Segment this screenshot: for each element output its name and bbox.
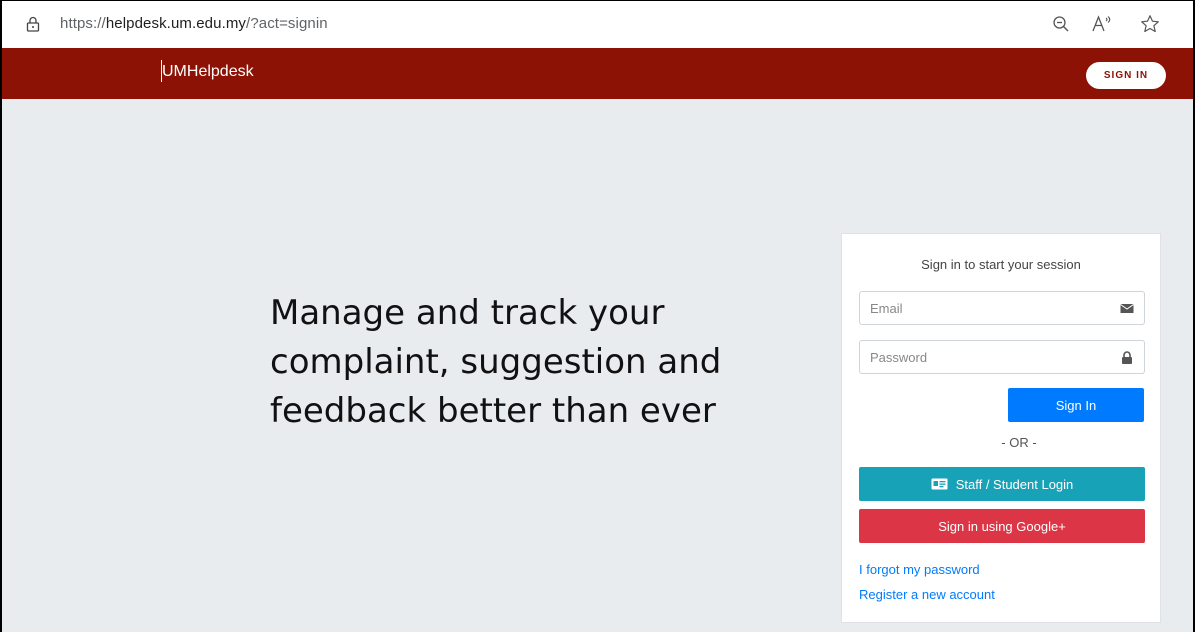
- read-aloud-icon[interactable]: [1091, 14, 1113, 34]
- brand-logo[interactable]: UMHelpdesk: [162, 63, 254, 81]
- id-card-icon: [931, 478, 948, 490]
- signin-button[interactable]: Sign In: [1008, 388, 1144, 422]
- url-path: /?act=signin: [246, 15, 328, 32]
- google-signin-button[interactable]: Sign in using Google+: [859, 509, 1145, 543]
- top-navbar: UMHelpdesk SIGN IN: [2, 48, 1193, 99]
- login-title: Sign in to start your session: [921, 257, 1081, 272]
- email-field[interactable]: [860, 292, 1110, 324]
- zoom-out-icon[interactable]: [1052, 15, 1070, 33]
- email-input-group: [859, 291, 1145, 325]
- url-prefix: https://: [60, 15, 106, 32]
- nav-signin-button[interactable]: SIGN IN: [1086, 62, 1166, 89]
- register-link[interactable]: Register a new account: [859, 587, 995, 602]
- or-divider: - OR -: [1001, 435, 1037, 450]
- forgot-password-link[interactable]: I forgot my password: [859, 562, 980, 577]
- staff-student-login-button[interactable]: Staff / Student Login: [859, 467, 1145, 501]
- login-card: Sign in to start your session Sign In - …: [841, 233, 1161, 623]
- password-field[interactable]: [860, 341, 1110, 373]
- star-icon[interactable]: [1140, 14, 1160, 34]
- hero-headline: Manage and track your complaint, suggest…: [270, 293, 722, 431]
- staff-login-label: Staff / Student Login: [955, 476, 1074, 492]
- password-input-group: [859, 340, 1145, 374]
- browser-window: https://helpdesk.um.edu.my/?act=signin U…: [0, 0, 1195, 632]
- url-host: helpdesk.um.edu.my: [105, 15, 247, 32]
- lock-icon[interactable]: [26, 16, 40, 32]
- address-bar: https://helpdesk.um.edu.my/?act=signin: [2, 1, 1193, 48]
- url-field[interactable]: https://helpdesk.um.edu.my/?act=signin: [60, 15, 328, 32]
- envelope-icon: [1120, 304, 1134, 313]
- padlock-icon: [1122, 351, 1132, 364]
